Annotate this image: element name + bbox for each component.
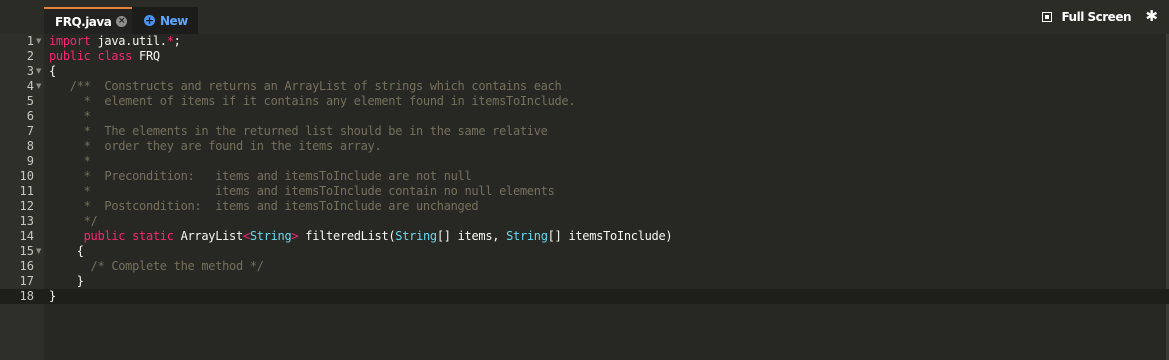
line-number: 10 [19,169,34,183]
line-number: 14 [19,229,34,243]
code-line[interactable]: 13 */ [0,214,1169,229]
keyword: public static [83,229,174,243]
line-number: 1 [26,34,34,48]
keyword: import [49,34,91,48]
code-line-active[interactable]: 18 } [0,289,1169,304]
line-number: 16 [19,259,34,273]
code-comment[interactable]: * order they are found in the items arra… [49,139,382,154]
type-name: String [506,229,548,243]
code-comment[interactable]: */ [49,214,98,229]
code-line[interactable]: 17 } [0,274,1169,289]
code-text[interactable]: public static ArrayList<String> filtered… [49,229,673,244]
code-comment[interactable]: /* Complete the method */ [49,259,264,274]
line-number: 3 [26,64,34,78]
code-line[interactable]: 4 ▼ /** Constructs and returns an ArrayL… [0,79,1169,94]
line-number: 6 [26,109,34,123]
code-line[interactable]: 15 ▼ { [0,244,1169,259]
code-comment[interactable]: * The elements in the returned list shou… [49,124,548,139]
fullscreen-icon [1042,12,1053,22]
line-number: 11 [19,184,34,198]
tab-frq-java[interactable]: FRQ.java × [44,7,132,34]
new-file-label: New [160,13,188,28]
code-line[interactable]: 16 /* Complete the method */ [0,259,1169,274]
code-token: java.util. [90,34,167,48]
code-token: * [166,34,174,48]
line-number: 7 [26,124,34,138]
code-line[interactable]: 1 ▼ import java.util.*; [0,34,1169,49]
line-number: 18 [19,289,34,303]
code-line[interactable]: 9 * [0,154,1169,169]
code-text[interactable]: { [49,64,56,79]
code-comment[interactable]: * [49,109,91,124]
code-token: [] itemsToInclude) [547,229,673,243]
fold-arrow-icon[interactable]: ▼ [36,64,41,79]
gear-icon[interactable]: ✱ [1145,7,1158,25]
fold-arrow-icon[interactable]: ▼ [36,34,41,49]
line-number: 15 [19,244,34,258]
code-comment[interactable]: * Precondition: items and itemsToInclude… [49,169,472,184]
code-text[interactable]: } [49,274,84,289]
line-number: 9 [26,154,34,168]
code-line[interactable]: 11 * items and itemsToInclude contain no… [0,184,1169,199]
close-tab-icon[interactable]: × [116,16,128,27]
fullscreen-button[interactable]: Full Screen [1042,9,1131,25]
fullscreen-label: Full Screen [1061,10,1131,24]
code-line[interactable]: 14 public static ArrayList<String> filte… [0,229,1169,244]
type-name: String [395,229,437,243]
code-text[interactable]: } [49,289,56,304]
plus-circle-icon: + [144,14,155,27]
code-token: [] items, [436,229,507,243]
code-token: ArrayList [173,229,244,243]
code-line[interactable]: 6 * [0,109,1169,124]
code-comment[interactable]: /** Constructs and returns an ArrayList … [49,79,562,94]
line-number: 5 [26,94,34,108]
code-comment[interactable]: * Postcondition: items and itemsToInclud… [49,199,479,214]
editor-topbar: FRQ.java × + New Full Screen ✱ [0,0,1169,34]
code-token: ; [173,34,181,48]
code-text[interactable]: import java.util.*; [49,34,181,49]
line-number: 12 [19,199,34,213]
code-line[interactable]: 2 public class FRQ [0,49,1169,64]
code-line[interactable]: 7 * The elements in the returned list sh… [0,124,1169,139]
class-name: FRQ [132,49,160,63]
fold-arrow-icon[interactable]: ▼ [36,244,41,259]
code-line[interactable]: 10 * Precondition: items and itemsToIncl… [0,169,1169,184]
keyword: public class [49,49,133,63]
code-text[interactable]: { [49,244,84,259]
line-number: 17 [19,274,34,288]
code-comment[interactable]: * element of items if it contains any el… [49,94,576,109]
new-file-button[interactable]: + New [132,7,198,34]
code-line[interactable]: 8 * order they are found in the items ar… [0,139,1169,154]
line-number: 2 [26,49,34,63]
line-number: 13 [19,214,34,228]
code-line[interactable]: 3 ▼ { [0,64,1169,79]
code-line[interactable]: 5 * element of items if it contains any … [0,94,1169,109]
tab-file-label: FRQ.java [55,14,112,29]
code-comment[interactable]: * [49,154,91,169]
code-comment[interactable]: * items and itemsToInclude contain no nu… [49,184,555,199]
code-token: filteredList( [298,229,396,243]
line-number: 8 [26,139,34,153]
type-name: String [249,229,292,243]
code-text[interactable]: public class FRQ [49,49,160,64]
code-line[interactable]: 12 * Postcondition: items and itemsToInc… [0,199,1169,214]
fold-arrow-icon[interactable]: ▼ [36,79,41,94]
code-token: < [242,229,250,243]
line-number: 4 [26,79,34,93]
